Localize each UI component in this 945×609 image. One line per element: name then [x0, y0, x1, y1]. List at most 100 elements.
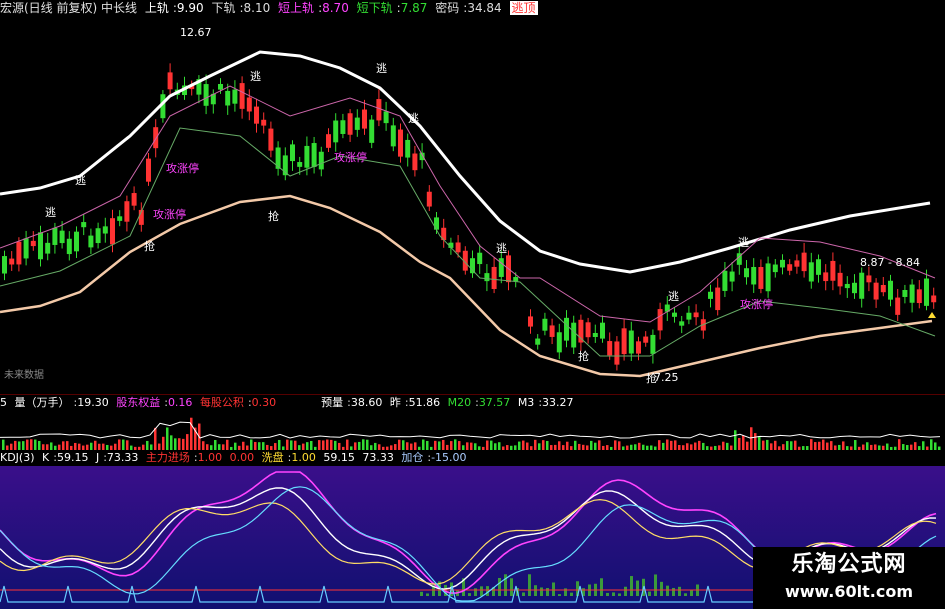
candle-body [909, 284, 915, 303]
volume-bar [874, 444, 877, 450]
volume-bar [666, 439, 669, 450]
volume-bar [630, 444, 633, 450]
candle-body [564, 317, 569, 341]
volume-bar [930, 439, 933, 450]
volume-bar [246, 445, 249, 450]
volume-bar [42, 444, 45, 450]
volume-bar [826, 442, 829, 450]
volume-bar [146, 440, 149, 450]
candle-body [880, 284, 886, 293]
warning-triangle-icon [928, 312, 936, 318]
volume-bar [442, 439, 445, 450]
volume-bar [482, 446, 485, 450]
volume-bar [606, 445, 609, 450]
wash-value: 1.00 [291, 451, 316, 464]
forecast-value: 38.60 [350, 396, 383, 409]
volume-bar [142, 444, 145, 450]
volume-bar [306, 442, 309, 450]
volume-bar [498, 442, 501, 450]
volume-bar [78, 443, 81, 450]
escape-marker: 逃 [250, 70, 261, 83]
volume-bar [686, 443, 689, 450]
grab-marker: 抢 [646, 371, 657, 385]
short-lower-value: 7.87 [400, 1, 428, 15]
volume-bar [350, 446, 353, 450]
escape-marker: 逃 [738, 236, 749, 249]
candle-body [38, 232, 43, 260]
volume-bar [842, 441, 845, 450]
volume-header: 5 量（万手）:19.30 股东权益:0.16 每股公积:0.30 预量:38.… [0, 396, 574, 409]
volume-bar [786, 441, 789, 450]
volume-bar [770, 443, 773, 450]
volume-bar [94, 440, 97, 450]
kdj-histogram-bar [540, 587, 543, 596]
candle-body [491, 266, 497, 289]
volume-bar [334, 440, 337, 450]
candle-body [592, 332, 598, 337]
price-chart[interactable]: 12.67 7.25 8.87 - 8.84 逃 逃 逃 逃 逃 逃 逃 逃 抢… [0, 16, 945, 394]
volume-bar [810, 439, 813, 450]
candle-body [390, 125, 396, 147]
volume-bar [434, 440, 437, 450]
candle-body [686, 312, 692, 320]
candle-body [571, 322, 577, 348]
candle-body [124, 201, 130, 222]
volume-bar [66, 441, 69, 450]
candle-body [102, 226, 108, 234]
volume-bar [902, 444, 905, 450]
volume-bar [598, 440, 601, 450]
volume-bar [610, 446, 613, 450]
volume-bar [506, 445, 509, 450]
candle-body [549, 325, 555, 337]
volume-bar [882, 445, 885, 450]
kdj-histogram-bar [468, 593, 471, 596]
volume-bar [86, 444, 89, 450]
kdj-title: KDJ(3) [0, 451, 35, 464]
candle-body [311, 143, 317, 167]
volume-bar [914, 442, 917, 450]
volume-bar [70, 445, 73, 450]
lower-value: 8.10 [243, 1, 271, 15]
candle-body [708, 291, 713, 299]
volume-bar [58, 444, 61, 450]
add-position-label: 加仓 [401, 451, 424, 464]
volume-bar [214, 440, 217, 450]
volume-bar [518, 441, 521, 450]
volume-bar [746, 441, 749, 450]
candle-body [751, 266, 757, 285]
kdj-histogram-bar [690, 589, 693, 596]
volume-bar [674, 440, 677, 450]
volume-bar [458, 441, 461, 450]
volume-bar [614, 440, 617, 450]
volume-bar [294, 440, 297, 450]
volume-bar [702, 442, 705, 450]
volume-bar [486, 440, 489, 450]
kdj-histogram-bar [624, 586, 627, 596]
volume-bar [278, 439, 281, 450]
volume-bar [890, 446, 893, 450]
volume-bar [474, 443, 477, 450]
candle-body [304, 145, 310, 168]
volume-bar [850, 446, 853, 450]
volume-bar [626, 445, 629, 450]
candle-body [600, 322, 605, 339]
volume-bar [114, 443, 117, 450]
volume-bar [478, 446, 481, 450]
volume-bar [838, 444, 841, 450]
volume-bar [670, 440, 673, 450]
range-label: 8.87 - 8.84 [860, 256, 920, 269]
volume-bar [818, 441, 821, 450]
volume-bar [642, 444, 645, 450]
volume-bar [658, 440, 661, 450]
candle-body [268, 128, 274, 151]
candle-body [830, 260, 836, 281]
kdj-histogram-bar [426, 593, 429, 596]
kdj-histogram-bar [534, 585, 537, 596]
grab-marker: 抢 [144, 239, 155, 253]
volume-bar [802, 446, 805, 450]
volume-bar [174, 438, 177, 450]
volume-chart[interactable] [0, 410, 945, 450]
volume-bar [926, 446, 929, 450]
density-label: 密码 [435, 1, 460, 15]
candle-body [924, 278, 929, 306]
